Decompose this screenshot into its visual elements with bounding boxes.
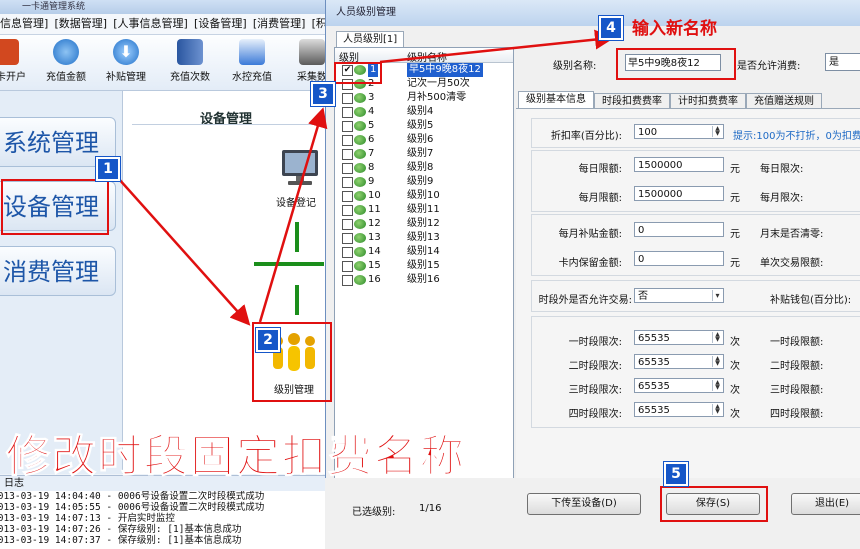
step-badge-2: 2 [255, 327, 281, 353]
arrow-3-to-4 [379, 29, 615, 64]
highlight-level-name [616, 48, 736, 80]
arrow-2-to-3 [258, 107, 328, 323]
hint-enter-new-name: 输入新名称 [632, 19, 717, 39]
highlight-nav-device [1, 179, 109, 235]
highlight-save [660, 486, 768, 522]
highlight-row-1 [334, 62, 382, 84]
step-badge-4: 4 [598, 15, 624, 41]
step-badge-5: 5 [663, 461, 689, 487]
step-badge-3: 3 [310, 81, 336, 107]
step-badge-1: 1 [95, 156, 121, 182]
tutorial-caption: 修改时段固定扣费名称 [6, 431, 466, 483]
arrow-1-to-2 [117, 177, 251, 326]
